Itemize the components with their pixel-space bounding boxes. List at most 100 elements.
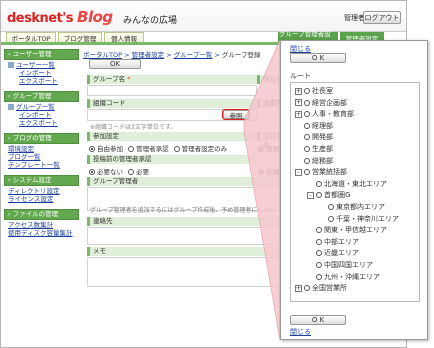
tree-item-label: 首都圏G — [324, 191, 351, 200]
expand-icon[interactable]: + — [295, 99, 302, 107]
tree-radio[interactable] — [328, 204, 334, 210]
tree-item[interactable]: 千葉・神奈川エリア — [319, 214, 399, 224]
tree-radio[interactable] — [316, 180, 322, 187]
tree-radio[interactable] — [304, 169, 310, 176]
tree-item[interactable]: + 全国営業所 — [295, 283, 347, 293]
tab-personal-info[interactable]: 個人情報 — [104, 32, 144, 43]
tree-radio[interactable] — [304, 88, 310, 94]
right-option-2: 投稿 — [258, 166, 279, 176]
org-code-note: ※組織コードは3文字単位です。 — [90, 124, 177, 131]
collapse-icon[interactable]: - — [307, 191, 314, 199]
sidebar-head-blog: ブログの管理 — [4, 133, 79, 144]
tab-portal-top[interactable]: ポータルTOP — [6, 32, 56, 43]
memo-label: メモ — [87, 247, 287, 256]
tree-radio[interactable] — [304, 134, 310, 141]
top-bar: desknet's Blog みんなの広場 管理者 ログアウト — [1, 1, 406, 32]
popup-ok-button-top[interactable]: O K — [290, 53, 346, 63]
logo-blog: Blog — [77, 8, 113, 26]
tree-item[interactable]: + 経営企画部 — [295, 98, 347, 108]
expand-icon[interactable]: + — [295, 284, 302, 292]
sidebar-item-disk-usage[interactable]: 使用ディスク容量集計 — [8, 229, 79, 237]
breadcrumb-group-list[interactable]: グループ一覧 — [174, 51, 213, 59]
breadcrumb-admin-settings[interactable]: 管理者設定 — [132, 51, 165, 59]
logout-button[interactable]: ログアウト — [363, 11, 401, 24]
radio-admin-approval[interactable] — [128, 146, 135, 152]
tree-radio[interactable] — [304, 111, 310, 118]
sidebar-item-user-import[interactable]: インポート — [8, 69, 79, 77]
sidebar-item-template-list[interactable]: テンプレート一覧 — [8, 161, 79, 169]
group-name-label: グループ名 * — [87, 75, 277, 84]
tree-item[interactable]: + 社長室 — [295, 86, 333, 96]
expand-icon[interactable]: + — [295, 87, 302, 95]
memo-input[interactable] — [87, 257, 287, 287]
tree-item-label: 関東・甲信越エリア — [324, 226, 387, 235]
sidebar-item-user-list[interactable]: ユーザー一覧 — [8, 61, 79, 69]
tree-item[interactable]: 中部エリア — [307, 237, 359, 247]
tree-item[interactable]: 東京都内エリア — [319, 202, 385, 212]
sidebar-item-access-count[interactable]: アクセス数集計 — [8, 221, 79, 229]
radio-needed-label: 必要 — [136, 168, 150, 176]
radio-right-1[interactable] — [258, 146, 264, 152]
sidebar-head-files: ファイルの管理 — [4, 209, 79, 220]
tree-radio[interactable] — [304, 146, 310, 152]
group-name-input[interactable] — [87, 85, 257, 96]
tree-item[interactable]: 北海道・東北エリア — [307, 179, 387, 189]
sidebar-item-env-settings[interactable]: 環境設定 — [8, 145, 79, 153]
tree-radio[interactable] — [316, 227, 322, 234]
sidebar-item-license-settings[interactable]: ライセンス設定 — [8, 195, 79, 203]
tree-item[interactable]: 生産部 — [295, 144, 333, 154]
radio-admin-approval-label: 管理者承認 — [136, 145, 169, 153]
radio-admin-only[interactable] — [173, 146, 180, 152]
ok-button[interactable]: OK — [89, 59, 141, 69]
reference-button[interactable]: 参照 — [222, 109, 250, 120]
tree-radio[interactable] — [304, 285, 310, 292]
tree-item-label: 北海道・東北エリア — [324, 179, 387, 188]
required-mark: * — [127, 75, 131, 83]
tree-item[interactable]: 九州・沖縄エリア — [307, 272, 380, 282]
sidebar-item-blog-list[interactable]: ブログ一覧 — [8, 153, 79, 161]
contact-label: 連絡先 — [87, 217, 287, 226]
group-admin-label: グループ管理者 — [87, 177, 287, 186]
sidebar-item-directory-settings[interactable]: ディレクトリ設定 — [8, 187, 79, 195]
popup-close-link-bottom[interactable]: 閉じる — [290, 327, 311, 337]
tree-item[interactable]: 関東・甲信越エリア — [307, 225, 387, 235]
sidebar-item-group-export[interactable]: エクスポート — [8, 119, 79, 127]
popup-ok-button-bottom[interactable]: O K — [290, 315, 346, 325]
tree-item[interactable]: 近畿エリア — [307, 248, 359, 258]
tree-radio[interactable] — [328, 215, 334, 222]
tree-item[interactable]: 中国四国エリア — [307, 260, 373, 270]
user-role: 管理者 — [344, 14, 365, 22]
sidebar-item-group-list[interactable]: グループ一覧 — [8, 103, 79, 111]
tree-root-label: ルート — [290, 72, 311, 80]
tree-radio[interactable] — [316, 192, 322, 199]
tree-item[interactable]: 経理部 — [295, 121, 333, 131]
sidebar-item-group-import[interactable]: インポート — [8, 111, 79, 119]
logo-text: desknet's — [7, 11, 74, 26]
tree-item[interactable]: 開発部 — [295, 132, 333, 142]
sidebar-section-group: グループ管理 グループ一覧 インポート エクスポート — [4, 91, 79, 127]
tree-item[interactable]: - 首都圏G — [307, 190, 350, 200]
radio-right-2[interactable] — [258, 169, 264, 175]
tree-radio[interactable] — [316, 262, 322, 268]
tree-item[interactable]: - 営業統括部 — [295, 167, 347, 177]
tree-radio[interactable] — [304, 122, 310, 129]
tree-item[interactable]: 総務部 — [295, 156, 333, 166]
expand-icon[interactable]: + — [295, 110, 302, 118]
tree-radio[interactable] — [304, 99, 310, 106]
sidebar-item-user-export[interactable]: エクスポート — [8, 77, 79, 85]
radio-not-needed[interactable] — [89, 169, 95, 175]
contact-input[interactable] — [87, 227, 287, 245]
tree-item[interactable]: + 人事・教育部 — [295, 109, 354, 119]
tree-radio[interactable] — [304, 157, 310, 164]
tab-blog-admin[interactable]: ブログ管理 — [58, 32, 102, 43]
radio-free-join[interactable] — [89, 146, 95, 152]
tree-radio[interactable] — [316, 238, 322, 245]
breadcrumb-portal-top[interactable]: ポータルTOP — [83, 51, 122, 59]
radio-needed[interactable] — [128, 169, 135, 175]
tree-radio[interactable] — [316, 273, 322, 280]
tree-item-label: 近畿エリア — [324, 249, 359, 258]
tree-item-label: 経営企画部 — [312, 98, 347, 107]
collapse-icon[interactable]: - — [295, 168, 302, 176]
tree-radio[interactable] — [316, 250, 322, 257]
tree-item-label: 経理部 — [312, 121, 333, 130]
